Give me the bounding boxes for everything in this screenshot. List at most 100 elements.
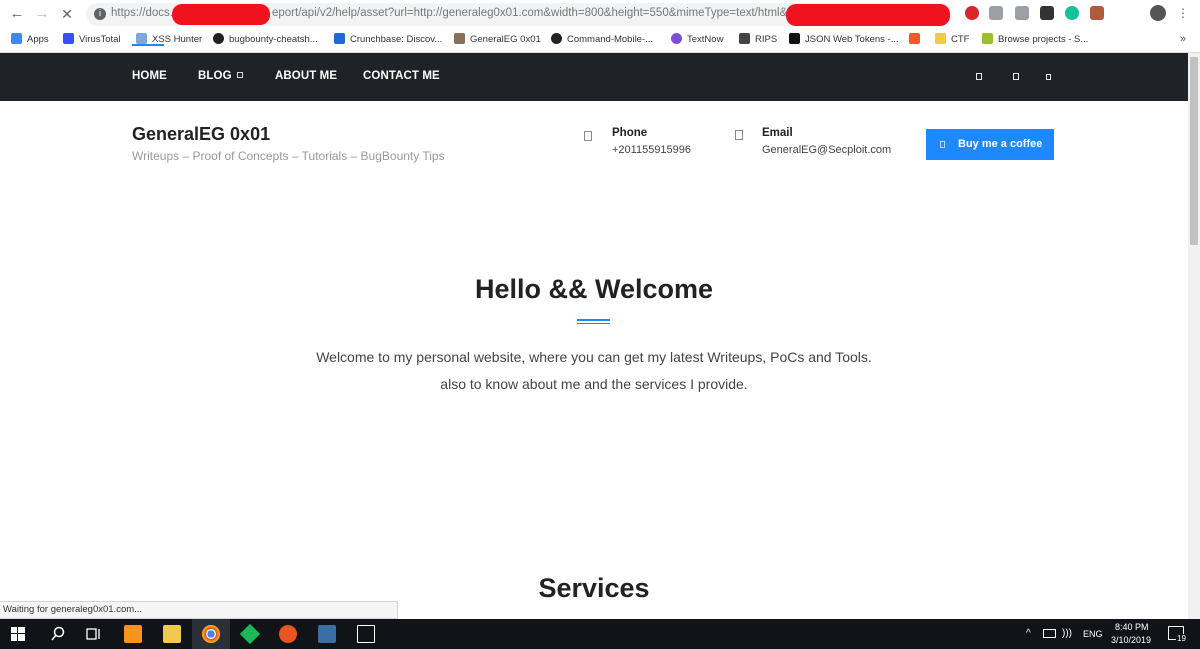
- phone-label: Phone: [612, 127, 648, 139]
- hero-text-line-2: also to know about me and the services I…: [440, 376, 748, 392]
- extension-icon[interactable]: [1090, 6, 1104, 20]
- redaction-mark: [172, 4, 270, 25]
- site-tagline: Writeups – Proof of Concepts – Tutorials…: [132, 149, 445, 163]
- bookmark-label: GeneralEG 0x01: [470, 34, 541, 45]
- wifi-icon[interactable]: ))): [1062, 628, 1072, 639]
- bookmark-label: bugbounty-cheatsh...: [229, 34, 318, 45]
- extension-icon[interactable]: [965, 6, 979, 20]
- virustotal-icon: [63, 33, 74, 44]
- bookmarks-bar: Apps VirusTotal XSS Hunter bugbounty-che…: [0, 30, 1200, 50]
- services-title: Services: [538, 573, 650, 603]
- back-arrow-icon[interactable]: ←: [8, 5, 26, 23]
- folder-icon: [935, 33, 946, 44]
- profile-avatar[interactable]: [1150, 5, 1166, 21]
- bookmark-browse-projects[interactable]: Browse projects - S...: [982, 33, 1088, 47]
- sublime-text-icon[interactable]: [124, 625, 142, 643]
- apps-grid-icon: [11, 33, 22, 44]
- app-icon[interactable]: [239, 623, 261, 645]
- nav-blog-label: BLOG: [198, 70, 232, 82]
- projects-icon: [982, 33, 993, 44]
- chrome-icon[interactable]: [202, 625, 220, 643]
- bookmark-label: RIPS: [755, 34, 778, 45]
- textnow-icon: [671, 33, 682, 44]
- github-icon: [551, 33, 562, 44]
- twitter-icon[interactable]: [1013, 73, 1019, 80]
- hero-underline: [577, 319, 610, 324]
- glasses-icon[interactable]: [1040, 6, 1054, 20]
- dropdown-icon: [236, 72, 243, 78]
- bookmarks-overflow-icon[interactable]: »: [1180, 33, 1186, 45]
- crunchbase-icon: [334, 33, 345, 44]
- bookmark-label: Command-Mobile-...: [567, 34, 654, 45]
- forward-arrow-icon[interactable]: →: [33, 5, 51, 23]
- hero-title: Hello && Welcome: [474, 274, 714, 304]
- buy-me-a-coffee-button[interactable]: Buy me a coffee: [926, 129, 1054, 160]
- url-text: eport/api/v2/help/asset?url=http://gener…: [272, 7, 788, 19]
- bookmark-textnow[interactable]: TextNow: [671, 33, 723, 47]
- bookmark-generaleg[interactable]: GeneralEG 0x01: [454, 33, 541, 47]
- language-indicator[interactable]: ENG: [1083, 629, 1103, 639]
- bookmark-jwt[interactable]: JSON Web Tokens -...: [789, 33, 899, 47]
- xss-hunter-icon: [136, 33, 147, 44]
- nav-home[interactable]: HOME: [132, 70, 167, 82]
- page-scrollbar[interactable]: [1188, 53, 1200, 619]
- notification-count: 19: [1176, 634, 1187, 643]
- tray-overflow-icon[interactable]: ^: [1026, 628, 1031, 639]
- redaction-mark: [786, 4, 950, 26]
- rips-icon: [739, 33, 750, 44]
- url-prefix: https://docs.: [111, 7, 174, 19]
- stop-loading-icon[interactable]: ✕: [58, 5, 76, 23]
- github-icon[interactable]: [1046, 74, 1051, 80]
- bookmark-label: Apps: [27, 34, 49, 45]
- clock-date[interactable]: 3/10/2019: [1111, 635, 1151, 645]
- bookmark-cp[interactable]: [909, 33, 925, 47]
- clock-time[interactable]: 8:40 PM: [1115, 622, 1149, 632]
- nav-blog[interactable]: BLOG: [198, 70, 243, 82]
- browser-toolbar: ← → ✕ i https://docs. eport/api/v2/help/…: [0, 0, 1200, 28]
- ubuntu-icon[interactable]: [279, 625, 297, 643]
- bookmark-bugbounty[interactable]: bugbounty-cheatsh...: [213, 33, 318, 47]
- bookmark-label: TextNow: [687, 34, 724, 45]
- windows-taskbar: ^ ))) ENG 8:40 PM 3/10/2019 19: [0, 619, 1200, 649]
- email-value: GeneralEG@Secploit.com: [762, 144, 892, 156]
- phone-value: +201155915996: [612, 144, 692, 156]
- extension-icon[interactable]: [1115, 6, 1129, 20]
- facebook-icon[interactable]: [976, 73, 982, 80]
- photos-icon[interactable]: [357, 625, 375, 643]
- coffee-icon: [940, 141, 945, 148]
- bookmark-label: Browse projects - S...: [998, 34, 1089, 45]
- bookmark-label: VirusTotal: [79, 34, 121, 45]
- loading-status: Waiting for generaleg0x01.com...: [0, 601, 398, 619]
- info-icon[interactable]: i: [94, 8, 106, 20]
- bookmark-virustotal[interactable]: VirusTotal: [63, 33, 121, 47]
- bookmark-command-mobile[interactable]: Command-Mobile-...: [551, 33, 653, 47]
- bookmark-label: JSON Web Tokens -...: [805, 34, 899, 45]
- file-explorer-icon[interactable]: [163, 625, 181, 643]
- nav-contact-me[interactable]: CONTACT ME: [363, 70, 440, 82]
- scrollbar-thumb[interactable]: [1190, 57, 1198, 245]
- generaleg-icon: [454, 33, 465, 44]
- task-view-icon[interactable]: [85, 625, 103, 643]
- email-label: Email: [762, 127, 793, 139]
- phone-icon: [584, 131, 592, 141]
- github-icon: [213, 33, 224, 44]
- bookmark-apps[interactable]: Apps: [11, 33, 49, 47]
- address-bar[interactable]: i https://docs. eport/api/v2/help/asset?…: [86, 3, 952, 26]
- windows-start-icon[interactable]: [11, 627, 25, 641]
- hero-text-line-1: Welcome to my personal website, where yo…: [316, 349, 872, 365]
- site-title[interactable]: GeneralEG 0x01: [132, 124, 270, 145]
- bookmark-crunchbase[interactable]: Crunchbase: Discov...: [334, 33, 442, 47]
- battery-icon[interactable]: [1043, 629, 1056, 638]
- menu-dots-icon[interactable]: ⋮: [1176, 6, 1190, 20]
- bookmark-rips[interactable]: RIPS: [739, 33, 777, 47]
- camera-icon[interactable]: [989, 6, 1003, 20]
- bookmark-label: CTF: [951, 34, 970, 45]
- grammarly-icon[interactable]: [1065, 6, 1079, 20]
- remote-desktop-icon[interactable]: [318, 625, 336, 643]
- nav-about-me[interactable]: ABOUT ME: [275, 70, 337, 82]
- bookmark-label: Crunchbase: Discov...: [350, 34, 443, 45]
- browser-chrome: ← → ✕ i https://docs. eport/api/v2/help/…: [0, 0, 1200, 53]
- facebook-icon[interactable]: [1015, 6, 1029, 20]
- bookmark-ctf[interactable]: CTF: [935, 33, 969, 47]
- search-icon[interactable]: [49, 625, 67, 643]
